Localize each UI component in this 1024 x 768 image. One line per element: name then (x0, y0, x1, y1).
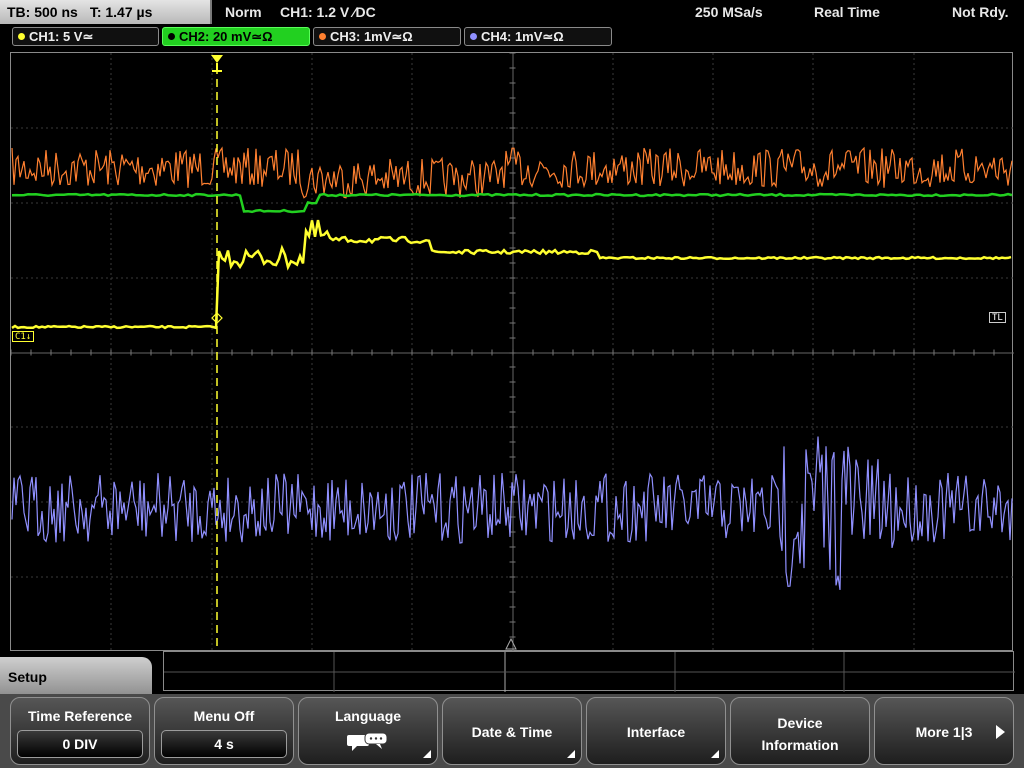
menu-off-label: Menu Off (193, 708, 255, 724)
device-information-label: Device Information (761, 715, 839, 753)
waveform-traces (11, 55, 1013, 651)
softkey-bar: Time Reference 0 DIV Menu Off 4 s Langua… (0, 694, 1024, 768)
date-time-button[interactable]: Date & Time (442, 697, 582, 765)
zoom-strip-grid (164, 652, 1015, 692)
right-arrow-icon (996, 725, 1005, 739)
more-button[interactable]: More 1|3 (874, 697, 1014, 765)
more-label: More 1|3 (915, 724, 973, 740)
ch1-trace (11, 219, 1012, 330)
horizontal-center-icon (505, 637, 517, 650)
time-reference-label: Time Reference (27, 708, 132, 724)
language-label: Language (334, 708, 402, 724)
trigger-position-icon[interactable] (211, 55, 223, 72)
date-time-label: Date & Time (471, 724, 553, 740)
submenu-corner-icon (711, 750, 719, 758)
time-reference-button[interactable]: Time Reference 0 DIV (10, 697, 150, 765)
menu-off-button[interactable]: Menu Off 4 s (154, 697, 294, 765)
submenu-corner-icon (423, 750, 431, 758)
submenu-corner-icon (567, 750, 575, 758)
interface-label: Interface (626, 724, 686, 740)
speech-bubble-icon (347, 732, 388, 751)
trigger-level-marker[interactable]: TL (989, 312, 1006, 323)
zoom-strip (163, 651, 1015, 692)
ch1-offset-marker[interactable]: C1↓ (12, 331, 35, 342)
time-reference-value: 0 DIV (17, 730, 143, 758)
ch4-trace (11, 436, 1013, 590)
menu-title: Setup (0, 657, 152, 697)
language-button[interactable]: Language (298, 697, 438, 765)
menu-off-value: 4 s (161, 730, 287, 758)
ch2-trace (11, 192, 1013, 214)
interface-button[interactable]: Interface (586, 697, 726, 765)
ch3-trace (11, 146, 1013, 199)
device-information-button[interactable]: Device Information (730, 697, 870, 765)
